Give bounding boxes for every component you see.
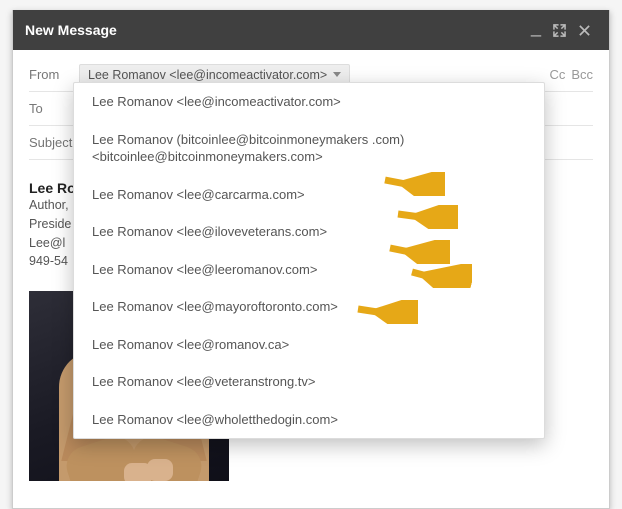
- from-option[interactable]: Lee Romanov <lee@romanov.ca>: [74, 326, 544, 364]
- from-option[interactable]: Lee Romanov <lee@veteranstrong.tv>: [74, 363, 544, 401]
- from-dropdown: Lee Romanov <lee@incomeactivator.com> Le…: [73, 82, 545, 439]
- caret-down-icon: [333, 72, 341, 77]
- bcc-button[interactable]: Bcc: [571, 67, 593, 82]
- close-button[interactable]: [572, 20, 597, 41]
- from-option[interactable]: Lee Romanov <lee@carcarma.com>: [74, 176, 544, 214]
- expand-button[interactable]: [547, 20, 572, 41]
- from-option[interactable]: Lee Romanov <lee@leeromanov.com>: [74, 251, 544, 289]
- from-option[interactable]: Lee Romanov <lee@mayoroftoronto.com>: [74, 288, 544, 326]
- from-option[interactable]: Lee Romanov (bitcoinlee@bitcoinmoneymake…: [74, 121, 544, 176]
- from-option[interactable]: Lee Romanov <lee@incomeactivator.com>: [74, 83, 544, 121]
- to-label: To: [29, 101, 79, 116]
- minimize-button[interactable]: _: [525, 20, 547, 34]
- titlebar: New Message _: [13, 10, 609, 50]
- from-option[interactable]: Lee Romanov <lee@wholetthedogin.com>: [74, 401, 544, 439]
- cc-button[interactable]: Cc: [549, 67, 565, 82]
- from-label: From: [29, 67, 79, 82]
- window-title: New Message: [25, 22, 525, 38]
- from-selected-value: Lee Romanov <lee@incomeactivator.com>: [88, 68, 327, 82]
- from-option[interactable]: Lee Romanov <lee@iloveveterans.com>: [74, 213, 544, 251]
